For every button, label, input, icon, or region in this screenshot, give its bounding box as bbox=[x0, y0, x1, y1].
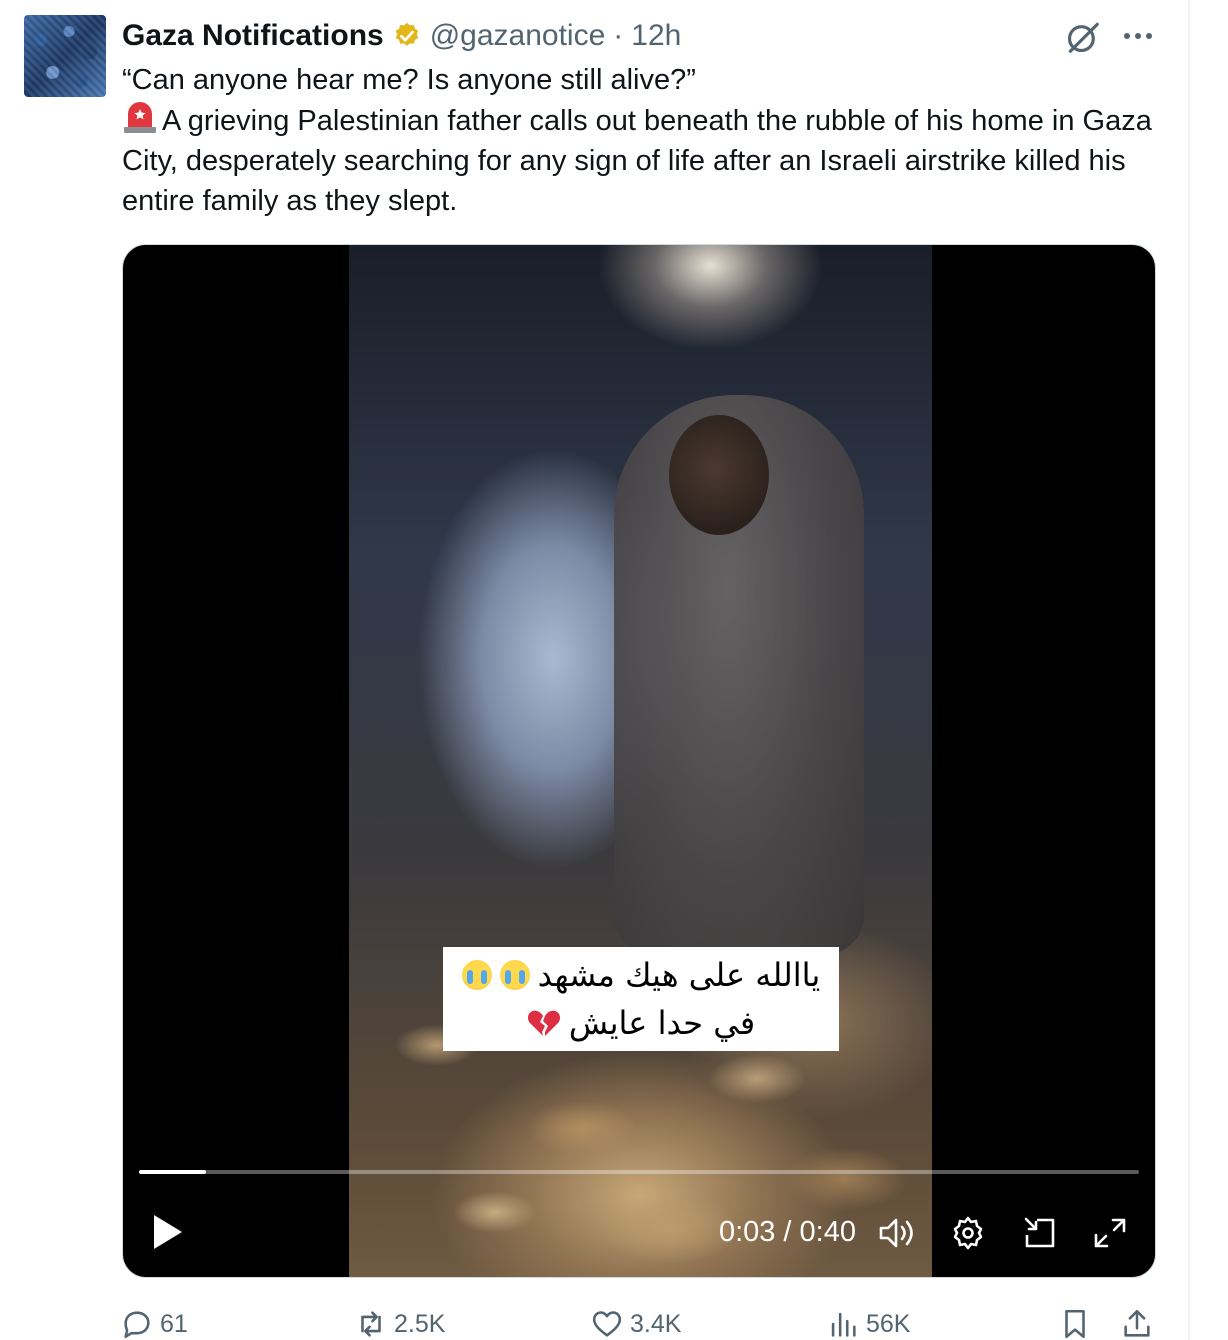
broken-heart-icon bbox=[527, 1010, 560, 1036]
repost-icon bbox=[361, 1311, 381, 1337]
video-player[interactable]: ياالله على هيك مشهد في حدا عايش 0:03 / 0… bbox=[122, 244, 1156, 1278]
tweet-header: Gaza Notifications @gazanotice · 12h bbox=[122, 16, 681, 56]
share-icon bbox=[1124, 1309, 1150, 1337]
repost-count: 2.5K bbox=[394, 1309, 446, 1338]
settings-gear-icon[interactable] bbox=[949, 1215, 987, 1251]
reply-button[interactable]: 61 bbox=[120, 1306, 188, 1340]
tweet-text-body: A grieving Palestinian father calls out … bbox=[122, 100, 1162, 221]
video-progress-fill bbox=[139, 1170, 206, 1174]
more-options-icon[interactable] bbox=[1120, 24, 1156, 48]
video-figure-head bbox=[669, 415, 769, 535]
views-button[interactable]: 56K bbox=[826, 1306, 910, 1340]
timeline-divider bbox=[1188, 0, 1190, 1340]
tweet-text-quote: “Can anyone hear me? Is anyone still ali… bbox=[122, 64, 696, 96]
volume-icon[interactable] bbox=[877, 1215, 915, 1251]
caption-line-1: ياالله على هيك مشهد bbox=[461, 951, 821, 999]
video-time-readout: 0:03 / 0:40 bbox=[718, 1216, 856, 1248]
video-caption-overlay: ياالله على هيك مشهد في حدا عايش bbox=[443, 947, 839, 1051]
views-count: 56K bbox=[866, 1309, 911, 1338]
tweet-timestamp[interactable]: 12h bbox=[631, 19, 681, 53]
repost-button[interactable]: 2.5K bbox=[354, 1306, 445, 1340]
bookmark-button[interactable] bbox=[1058, 1306, 1092, 1340]
heart-icon bbox=[592, 1311, 622, 1337]
police-light-icon bbox=[124, 102, 156, 133]
tweet-text: “Can anyone hear me? Is anyone still ali… bbox=[122, 60, 1162, 221]
like-count: 3.4K bbox=[630, 1309, 682, 1338]
play-icon[interactable] bbox=[151, 1213, 185, 1251]
fullscreen-icon[interactable] bbox=[1091, 1215, 1129, 1251]
bookmark-icon bbox=[1065, 1309, 1085, 1339]
crying-face-icon bbox=[499, 960, 530, 990]
separator-dot: · bbox=[613, 19, 624, 52]
picture-in-picture-icon[interactable] bbox=[1021, 1215, 1059, 1251]
views-chart-icon bbox=[831, 1312, 856, 1337]
caption-line-2: في حدا عايش bbox=[527, 999, 755, 1047]
author-handle[interactable]: @gazanotice bbox=[430, 19, 606, 53]
tweet-action-bar: 61 2.5K 3.4K 56K bbox=[0, 1300, 1228, 1340]
grok-icon[interactable] bbox=[1064, 18, 1102, 56]
share-button[interactable] bbox=[1120, 1306, 1154, 1340]
caption-line-1-text: ياالله على هيك مشهد bbox=[537, 956, 821, 994]
reply-count: 61 bbox=[160, 1309, 188, 1338]
author-display-name[interactable]: Gaza Notifications bbox=[122, 19, 384, 53]
reply-icon bbox=[124, 1311, 150, 1339]
video-frame[interactable] bbox=[349, 245, 932, 1277]
like-button[interactable]: 3.4K bbox=[590, 1306, 681, 1340]
crying-face-icon bbox=[461, 960, 492, 990]
avatar[interactable] bbox=[24, 15, 106, 97]
caption-line-2-text: في حدا عايش bbox=[568, 1004, 756, 1042]
tweet-text-body-content: A grieving Palestinian father calls out … bbox=[122, 105, 1152, 217]
video-progress-bar[interactable] bbox=[139, 1170, 1139, 1174]
verified-badge-icon[interactable] bbox=[392, 21, 422, 51]
